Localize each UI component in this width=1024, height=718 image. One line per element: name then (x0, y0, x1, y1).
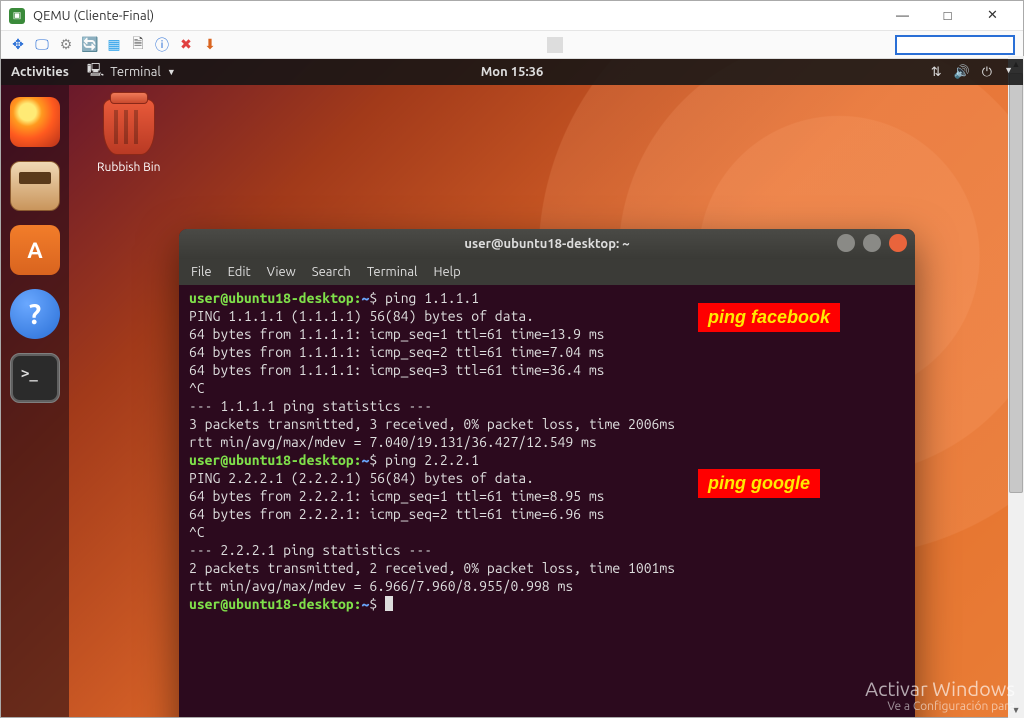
annotation-facebook: ping facebook (698, 303, 840, 332)
clock[interactable]: Mon 15:36 (481, 65, 544, 79)
app-menu[interactable]: 🖳 Terminal ▼ (87, 61, 176, 83)
windows-activation-watermark: Activar Windows Ve a Configuración para (865, 677, 1015, 713)
host-vertical-scrollbar[interactable]: ▲ ▼ (1008, 56, 1024, 718)
output-1: PING 1.1.1.1 (1.1.1.1) 56(84) bytes of d… (189, 308, 675, 450)
host-maximize-button[interactable]: □ (925, 2, 970, 30)
cursor (385, 596, 393, 611)
app-menu-label: Terminal (110, 65, 161, 79)
download-icon[interactable]: ⬇ (201, 36, 219, 54)
menu-view[interactable]: View (267, 265, 296, 279)
qemu-toolbar: ✥ 🖵 ⚙ 🔄 ▦ 🗎 ⓘ ✖ ⬇ (1, 31, 1023, 59)
menu-help[interactable]: Help (433, 265, 460, 279)
terminal-minimize-button[interactable] (837, 234, 855, 252)
dock-help[interactable]: ? (10, 289, 60, 339)
toolbar-icon[interactable]: ✥ (9, 36, 27, 54)
menu-search[interactable]: Search (312, 265, 351, 279)
output-2: PING 2.2.2.1 (2.2.2.1) 56(84) bytes of d… (189, 470, 675, 594)
terminal-menubar: File Edit View Search Terminal Help (179, 259, 915, 285)
terminal-titlebar[interactable]: user@ubuntu18-desktop: ~ (179, 229, 915, 259)
stop-icon[interactable]: ✖ (177, 36, 195, 54)
dock-software[interactable] (10, 225, 60, 275)
dock: ? (1, 85, 69, 717)
gear-icon[interactable]: ⚙ (57, 36, 75, 54)
annotation-google: ping google (698, 469, 820, 498)
cmd-1: ping 1.1.1.1 (385, 290, 479, 306)
terminal-body[interactable]: user@ubuntu18-desktop:~$ ping 1.1.1.1 PI… (179, 285, 915, 717)
windows-icon[interactable]: ▦ (105, 36, 123, 54)
volume-icon[interactable]: 🔊 (954, 65, 970, 80)
gnome-topbar: Activities 🖳 Terminal ▼ Mon 15:36 ⇅ 🔊 ⏻ … (1, 59, 1023, 85)
chevron-down-icon[interactable]: ▼ (1004, 65, 1013, 80)
host-titlebar: ▣ QEMU (Cliente-Final) — □ ✕ (1, 1, 1023, 31)
refresh-icon[interactable]: 🔄 (81, 36, 99, 54)
guest-viewport: Activities 🖳 Terminal ▼ Mon 15:36 ⇅ 🔊 ⏻ … (1, 59, 1023, 717)
power-icon[interactable]: ⏻ (982, 65, 992, 80)
host-minimize-button[interactable]: — (880, 2, 925, 30)
host-close-button[interactable]: ✕ (970, 2, 1015, 30)
doc-icon[interactable]: 🗎 (129, 36, 147, 54)
cmd-2: ping 2.2.2.1 (385, 452, 479, 468)
monitor-icon[interactable]: 🖵 (33, 36, 51, 54)
qemu-icon: ▣ (9, 8, 25, 24)
dock-files[interactable] (10, 161, 60, 211)
terminal-close-button[interactable] (889, 234, 907, 252)
toolbar-indicator (547, 37, 563, 53)
terminal-icon: 🖳 (87, 61, 104, 83)
activities-button[interactable]: Activities (11, 65, 69, 79)
info-icon[interactable]: ⓘ (153, 36, 171, 54)
network-icon[interactable]: ⇅ (931, 65, 942, 80)
dock-terminal[interactable] (10, 353, 60, 403)
menu-file[interactable]: File (191, 265, 212, 279)
terminal-title: user@ubuntu18-desktop: ~ (464, 237, 629, 251)
desktop-icon-label: Rubbish Bin (97, 161, 160, 174)
menu-edit[interactable]: Edit (228, 265, 251, 279)
chevron-down-icon: ▼ (167, 67, 176, 77)
desktop-icon-rubbish[interactable]: Rubbish Bin (97, 99, 160, 174)
menu-terminal[interactable]: Terminal (367, 265, 418, 279)
scroll-thumb[interactable] (1009, 73, 1023, 493)
host-window-title: QEMU (Cliente-Final) (33, 9, 154, 23)
dock-firefox[interactable] (10, 97, 60, 147)
toolbar-input[interactable] (895, 35, 1015, 55)
trash-icon (103, 99, 155, 155)
terminal-maximize-button[interactable] (863, 234, 881, 252)
